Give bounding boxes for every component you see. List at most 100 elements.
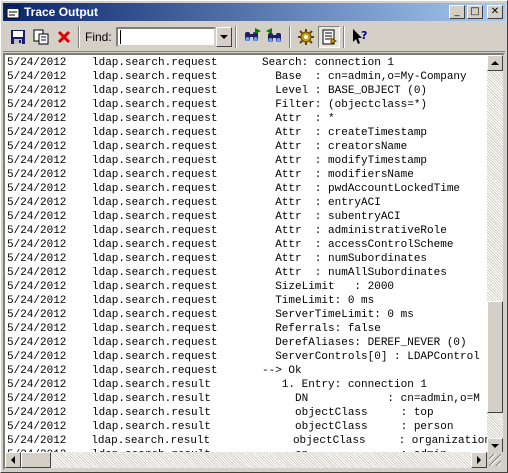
copy-icon xyxy=(33,29,49,45)
minimize-icon: _ xyxy=(454,6,460,17)
chevron-down-icon xyxy=(219,34,228,39)
trace-line-event: ldap.search.request xyxy=(92,281,218,293)
toolbar-separator xyxy=(342,26,345,48)
context-help-button[interactable]: ? xyxy=(349,26,371,48)
trace-line-event: ldap.search.request xyxy=(92,57,218,69)
vertical-scrollbar[interactable] xyxy=(487,55,503,454)
vertical-scroll-thumb[interactable] xyxy=(487,301,503,413)
trace-line: 5/24/2012 ldap.search.request Attr : admi… xyxy=(7,224,491,238)
find-previous-button[interactable] xyxy=(264,26,286,48)
copy-button[interactable] xyxy=(30,26,52,48)
trace-line-message: Attr : createTimestamp xyxy=(262,127,428,139)
trace-line-event: ldap.search.request xyxy=(92,71,218,83)
size-grip[interactable] xyxy=(487,452,503,468)
trace-line: 5/24/2012 ldap.search.request Referrals: … xyxy=(7,322,491,336)
find-combobox[interactable] xyxy=(115,27,216,47)
trace-line-message: Filter: (objectclass=*) xyxy=(262,99,428,111)
trace-line: 5/24/2012 ldap.search.result objectClass … xyxy=(7,420,491,434)
trace-line-message: Attr : numSubordinates xyxy=(262,253,428,265)
trace-line-event: ldap.search.request xyxy=(92,197,218,209)
find-input[interactable] xyxy=(121,30,212,44)
trace-line-date: 5/24/2012 xyxy=(7,435,67,447)
trace-line-date: 5/24/2012 xyxy=(7,211,67,223)
find-next-button[interactable] xyxy=(241,26,263,48)
trace-line-message: objectClass : person xyxy=(262,421,454,433)
maximize-button[interactable]: □ xyxy=(467,5,483,19)
horizontal-scrollbar[interactable] xyxy=(5,452,487,468)
options-button[interactable] xyxy=(295,26,317,48)
trace-line-event: ldap.search.request xyxy=(92,295,218,307)
trace-line: 5/24/2012 ldap.search.result 1. Entry: co… xyxy=(7,378,491,392)
trace-line-message: --> Ok xyxy=(262,365,302,377)
window-title: Trace Output xyxy=(24,5,99,19)
close-button[interactable]: ✕ xyxy=(487,5,503,19)
trace-line-date: 5/24/2012 xyxy=(7,71,67,83)
trace-line-event: ldap.search.request xyxy=(92,351,218,363)
trace-line: 5/24/2012 ldap.search.request Filter: (ob… xyxy=(7,98,491,112)
delete-button[interactable] xyxy=(53,26,75,48)
trace-line-event: ldap.search.request xyxy=(92,127,218,139)
horizontal-scroll-thumb[interactable] xyxy=(21,452,51,468)
scroll-left-button[interactable] xyxy=(5,452,21,468)
trace-line-date: 5/24/2012 xyxy=(7,407,67,419)
trace-line-date: 5/24/2012 xyxy=(7,337,67,349)
size-grip-icon xyxy=(489,454,501,466)
trace-line-message: Attr : numAllSubordinates xyxy=(262,267,447,279)
trace-line-message: Base : cn=admin,o=My-Company xyxy=(262,71,467,83)
trace-line: 5/24/2012 ldap.search.request ServerContr… xyxy=(7,350,491,364)
trace-line-date: 5/24/2012 xyxy=(7,141,67,153)
trace-line: 5/24/2012 ldap.search.request TimeLimit: … xyxy=(7,294,491,308)
title-bar[interactable]: Trace Output _ □ ✕ xyxy=(3,3,505,21)
trace-log-lines: 5/24/2012 ldap.search.request Search: conn… xyxy=(7,56,491,456)
save-button[interactable] xyxy=(7,26,29,48)
trace-app-icon xyxy=(6,5,20,19)
trace-line-event: ldap.search.request xyxy=(92,239,218,251)
trace-line: 5/24/2012 ldap.search.request Attr : modi… xyxy=(7,154,491,168)
trace-line-date: 5/24/2012 xyxy=(7,309,67,321)
trace-line-message: Level : BASE_OBJECT (0) xyxy=(262,85,428,97)
trace-line-event: ldap.search.request xyxy=(92,99,218,111)
trace-line-date: 5/24/2012 xyxy=(7,323,67,335)
trace-line-date: 5/24/2012 xyxy=(7,155,67,167)
toolbar-separator xyxy=(288,26,291,48)
trace-line: 5/24/2012 ldap.search.request --> Ok xyxy=(7,364,491,378)
trace-line: 5/24/2012 ldap.search.request Attr : entr… xyxy=(7,196,491,210)
arrow-up-icon xyxy=(491,60,499,65)
trace-line-message: Attr : creatorsName xyxy=(262,141,408,153)
trace-line-message: Attr : pwdAccountLockedTime xyxy=(262,183,461,195)
trace-output-window: Trace Output _ □ ✕ Find: ? 5/24/2012 lda… xyxy=(0,0,508,473)
trace-line-event: ldap.search.request xyxy=(92,211,218,223)
trace-line-event: ldap.search.request xyxy=(92,113,218,125)
scroll-up-button[interactable] xyxy=(487,55,503,71)
word-wrap-icon xyxy=(322,29,337,45)
trace-line-message: SizeLimit : 2000 xyxy=(262,281,395,293)
trace-line-date: 5/24/2012 xyxy=(7,57,67,69)
trace-line: 5/24/2012 ldap.search.request Level : BAS… xyxy=(7,84,491,98)
trace-line-date: 5/24/2012 xyxy=(7,169,67,181)
trace-line-message: Search: connection 1 xyxy=(262,57,395,69)
trace-line: 5/24/2012 ldap.search.request Attr : numA… xyxy=(7,266,491,280)
minimize-button[interactable]: _ xyxy=(449,5,465,19)
trace-line-date: 5/24/2012 xyxy=(7,239,67,251)
arrow-left-icon xyxy=(10,456,15,464)
help-pointer-icon: ? xyxy=(352,29,367,44)
trace-line-date: 5/24/2012 xyxy=(7,379,67,391)
trace-line-event: ldap.search.request xyxy=(92,309,218,321)
word-wrap-toggle[interactable] xyxy=(317,26,340,48)
trace-line-message: Attr : accessControlScheme xyxy=(262,239,454,251)
text-caret xyxy=(119,30,121,44)
trace-log-area[interactable]: 5/24/2012 ldap.search.request Search: conn… xyxy=(3,53,505,470)
trace-line: 5/24/2012 ldap.search.request Attr : pwdA… xyxy=(7,182,491,196)
close-icon: ✕ xyxy=(490,6,500,17)
trace-line-event: ldap.search.request xyxy=(92,183,218,195)
trace-line-date: 5/24/2012 xyxy=(7,197,67,209)
trace-line-event: ldap.search.request xyxy=(92,337,218,349)
trace-line: 5/24/2012 ldap.search.request Search: conn… xyxy=(7,56,491,70)
trace-line-event: ldap.search.result xyxy=(91,435,211,447)
trace-line-date: 5/24/2012 xyxy=(7,127,67,139)
trace-line-event: ldap.search.result xyxy=(92,407,211,419)
trace-line-event: ldap.search.request xyxy=(92,155,218,167)
find-dropdown-button[interactable] xyxy=(215,27,232,47)
trace-line-message: Referrals: false xyxy=(262,323,381,335)
scroll-right-button[interactable] xyxy=(471,452,487,468)
